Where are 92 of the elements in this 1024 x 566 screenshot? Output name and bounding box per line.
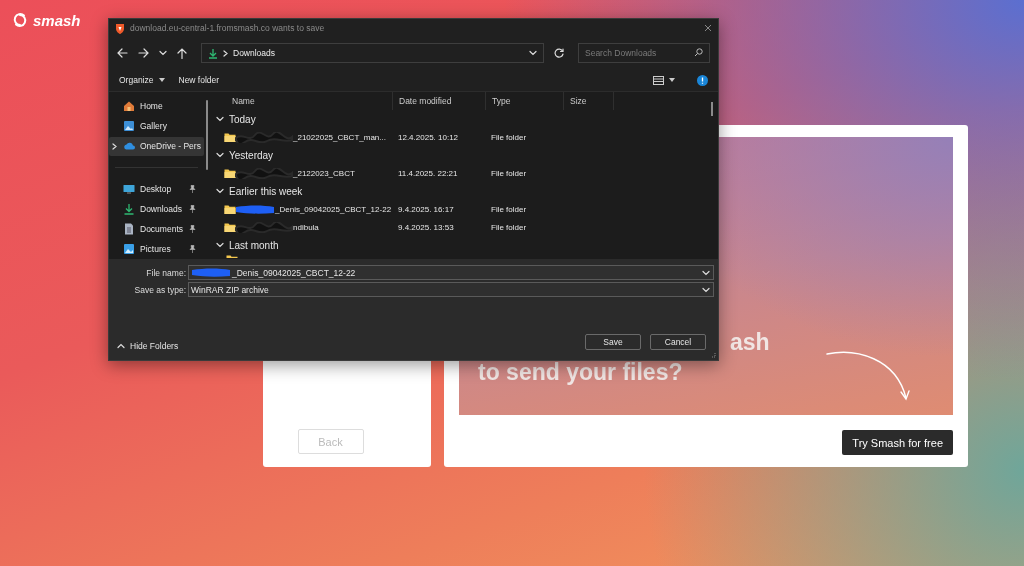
folder-icon bbox=[224, 131, 236, 143]
redaction-scribble bbox=[235, 221, 293, 233]
folder-icon bbox=[224, 221, 236, 233]
chevron-down-icon bbox=[216, 152, 224, 158]
headline-text: to send your files? bbox=[478, 358, 683, 387]
new-folder-button[interactable]: New folder bbox=[174, 71, 224, 89]
caret-icon bbox=[158, 78, 165, 82]
sidebar-item[interactable]: Desktop bbox=[109, 178, 204, 199]
chevron-down-icon[interactable] bbox=[529, 50, 537, 56]
sidebar-item[interactable]: Gallery bbox=[109, 116, 204, 136]
organize-menu[interactable]: Organize bbox=[115, 71, 169, 89]
search-field[interactable]: Search Downloads bbox=[578, 43, 710, 63]
group-header[interactable]: Last month bbox=[216, 236, 711, 254]
chevron-right-icon bbox=[223, 49, 228, 57]
chevron-down-icon bbox=[702, 286, 710, 293]
pin-icon bbox=[189, 245, 196, 254]
table-cell-text: File folder bbox=[490, 132, 528, 142]
folder-icon bbox=[224, 203, 236, 215]
table-cell-text: 12.4.2025. 10:12 bbox=[397, 132, 460, 142]
chevron-down-icon bbox=[702, 269, 710, 276]
pictures-icon bbox=[123, 243, 135, 256]
sidebar-item[interactable]: Home bbox=[109, 96, 204, 116]
save-button[interactable]: Save bbox=[585, 334, 641, 350]
chevron-up-icon bbox=[117, 343, 125, 349]
table-cell-text: 9.4.2025. 13:53 bbox=[397, 222, 455, 232]
up-arrow-icon[interactable] bbox=[177, 47, 187, 59]
try-button[interactable]: Try Smash for free bbox=[842, 430, 953, 455]
column-header[interactable]: Date modified bbox=[393, 92, 486, 110]
refresh-icon[interactable] bbox=[554, 48, 564, 58]
document-icon bbox=[123, 223, 135, 236]
headline-text: ash bbox=[730, 328, 770, 357]
scrollbar[interactable] bbox=[206, 100, 208, 170]
download-icon bbox=[123, 202, 135, 215]
sidebar-item[interactable]: Documents bbox=[109, 219, 204, 239]
column-header[interactable]: Name bbox=[216, 92, 393, 110]
table-cell-text: File folder bbox=[490, 204, 528, 214]
chevron-down-icon bbox=[216, 116, 224, 122]
chevron-down-icon bbox=[216, 188, 224, 194]
caret-icon bbox=[669, 78, 675, 82]
table-cell-text: 9.4.2025. 16:17 bbox=[397, 204, 455, 214]
pin-icon bbox=[189, 225, 196, 234]
resize-grip-icon[interactable] bbox=[710, 352, 716, 358]
chevron-down-icon bbox=[216, 242, 224, 248]
table-cell-text: 11.4.2025. 22:21 bbox=[397, 168, 459, 178]
desktop-icon bbox=[123, 182, 135, 195]
dropdown-field[interactable]: _Denis_09042025_CBCT_12-22 bbox=[188, 265, 714, 280]
folder-icon bbox=[224, 167, 236, 179]
column-header[interactable]: Type bbox=[486, 92, 564, 110]
redaction-mark bbox=[235, 204, 275, 214]
file-name[interactable]: _Denis_09042025_CBCT_12-22 bbox=[275, 204, 392, 214]
help-icon[interactable] bbox=[697, 74, 708, 86]
window-title: download.eu-central-1.fromsmash.co wants to save bbox=[130, 23, 326, 33]
search-icon bbox=[694, 48, 703, 57]
file-name[interactable]: ndibula bbox=[293, 222, 319, 232]
pin-icon bbox=[189, 184, 196, 193]
list-view-icon bbox=[653, 75, 664, 85]
group-header[interactable]: Today bbox=[216, 110, 711, 128]
scrollbar[interactable] bbox=[711, 102, 713, 116]
redaction-scribble bbox=[235, 131, 293, 143]
file-name[interactable]: _2122023_CBCT bbox=[293, 168, 355, 178]
cloud-icon bbox=[123, 140, 135, 153]
logo-icon bbox=[12, 12, 28, 28]
redaction-mark bbox=[191, 268, 231, 277]
field-label: Save as type: bbox=[133, 284, 187, 295]
table-cell-text: File folder bbox=[490, 222, 528, 232]
file-name[interactable]: _21022025_CBCT_man... bbox=[293, 132, 386, 142]
gallery-icon bbox=[123, 119, 135, 132]
expand-chevron-icon[interactable] bbox=[112, 142, 117, 150]
group-header[interactable]: Yesterday bbox=[216, 146, 711, 164]
back-arrow-icon[interactable] bbox=[117, 48, 128, 58]
sidebar-item[interactable]: Pictures bbox=[109, 239, 204, 259]
pin-icon bbox=[189, 204, 196, 213]
curved-arrow-icon bbox=[826, 350, 910, 402]
sidebar-item[interactable]: Downloads bbox=[109, 199, 204, 219]
field-label: File name: bbox=[145, 267, 187, 278]
close-icon[interactable] bbox=[704, 24, 712, 32]
sidebar-item[interactable]: OneDrive - Pers bbox=[109, 136, 204, 156]
group-header[interactable]: Earlier this week bbox=[216, 182, 711, 200]
column-header[interactable]: Size bbox=[564, 92, 614, 110]
cancel-button[interactable]: Cancel bbox=[650, 334, 706, 350]
chevron-down-icon[interactable] bbox=[159, 50, 167, 56]
address-bar[interactable]: Downloads bbox=[201, 43, 544, 63]
redaction-scribble bbox=[235, 167, 293, 179]
path-text: Downloads bbox=[233, 48, 276, 58]
forward-arrow-icon[interactable] bbox=[138, 48, 149, 58]
home-icon bbox=[123, 99, 135, 112]
logo-text: smash bbox=[33, 11, 81, 29]
shield-icon bbox=[115, 22, 125, 34]
download-icon bbox=[208, 47, 218, 59]
table-cell-text: File folder bbox=[490, 168, 528, 178]
hide-folders-button[interactable]: Hide Folders bbox=[117, 341, 179, 351]
dropdown-field[interactable]: WinRAR ZIP archive bbox=[188, 282, 714, 297]
